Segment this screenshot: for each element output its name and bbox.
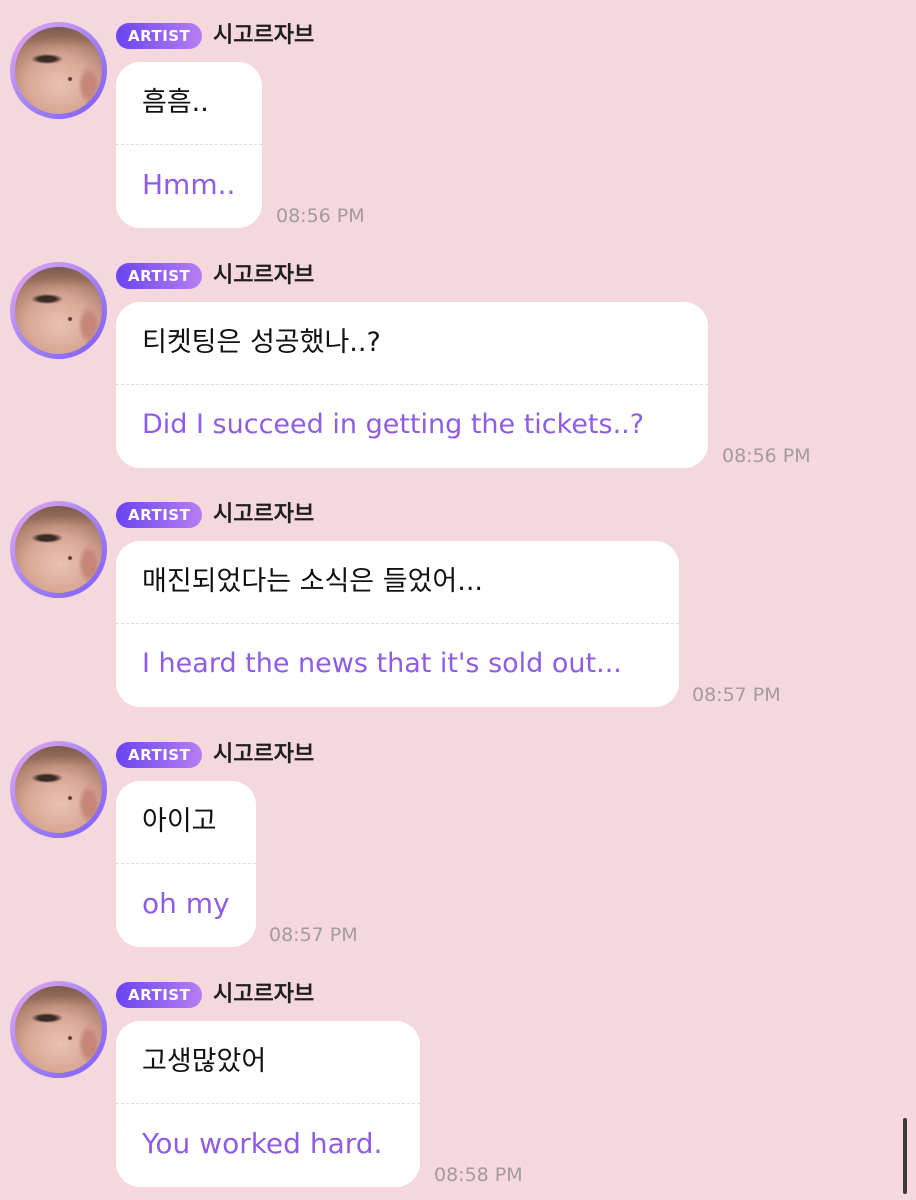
avatar-photo bbox=[15, 267, 102, 354]
message-translation: Hmm.. bbox=[142, 168, 236, 201]
sender-name: 시고르자브 bbox=[213, 23, 315, 48]
sender-name: 시고르자브 bbox=[213, 982, 315, 1007]
chat-message-list[interactable]: ARTIST 시고르자브 흠흠.. Hmm.. 08:56 PM ARTIST … bbox=[0, 0, 916, 1200]
artist-badge: ARTIST bbox=[116, 502, 203, 528]
message-bubble[interactable]: 티켓팅은 성공했나..? Did I succeed in getting th… bbox=[116, 302, 708, 468]
message-timestamp: 08:58 PM bbox=[434, 1164, 523, 1186]
avatar[interactable] bbox=[10, 262, 107, 359]
avatar[interactable] bbox=[10, 741, 107, 838]
avatar-photo bbox=[15, 27, 102, 114]
artist-badge: ARTIST bbox=[116, 742, 203, 768]
message-text: 아이고 bbox=[142, 806, 217, 837]
message-bubble[interactable]: 아이고 oh my bbox=[116, 781, 256, 947]
message-timestamp: 08:56 PM bbox=[722, 445, 811, 467]
message-translation: Did I succeed in getting the tickets..? bbox=[142, 409, 645, 440]
message-text: 티켓팅은 성공했나..? bbox=[142, 327, 381, 358]
message-text: 흠흠.. bbox=[142, 87, 209, 118]
message-bubble[interactable]: 매진되었다는 소식은 들었어... I heard the news that … bbox=[116, 541, 679, 707]
scrollbar[interactable] bbox=[903, 1118, 907, 1194]
bubble-divider bbox=[116, 144, 262, 145]
avatar-photo bbox=[15, 746, 102, 833]
message-translation: oh my bbox=[142, 887, 230, 920]
sender-name: 시고르자브 bbox=[213, 263, 315, 288]
chat-message: ARTIST 시고르자브 아이고 oh my 08:57 PM bbox=[0, 719, 916, 949]
avatar[interactable] bbox=[10, 501, 107, 598]
avatar[interactable] bbox=[10, 22, 107, 119]
avatar[interactable] bbox=[10, 981, 107, 1078]
message-timestamp: 08:57 PM bbox=[692, 684, 781, 706]
message-bubble[interactable]: 흠흠.. Hmm.. bbox=[116, 62, 262, 228]
bubble-divider bbox=[116, 863, 256, 864]
message-text: 고생많았어 bbox=[142, 1046, 267, 1077]
sender-name: 시고르자브 bbox=[213, 502, 315, 527]
message-timestamp: 08:57 PM bbox=[269, 924, 358, 946]
artist-badge: ARTIST bbox=[116, 982, 203, 1008]
artist-badge: ARTIST bbox=[116, 263, 203, 289]
bubble-divider bbox=[116, 1103, 420, 1104]
message-translation: I heard the news that it's sold out... bbox=[142, 648, 622, 679]
chat-message: ARTIST 시고르자브 흠흠.. Hmm.. 08:56 PM bbox=[0, 0, 916, 230]
message-bubble[interactable]: 고생많았어 You worked hard. bbox=[116, 1021, 420, 1187]
chat-message: ARTIST 시고르자브 고생많았어 You worked hard. 08:5… bbox=[0, 959, 916, 1189]
sender-name: 시고르자브 bbox=[213, 742, 315, 767]
chat-message: ARTIST 시고르자브 티켓팅은 성공했나..? Did I succeed … bbox=[0, 240, 916, 470]
avatar-photo bbox=[15, 986, 102, 1073]
message-translation: You worked hard. bbox=[142, 1127, 383, 1160]
message-text: 매진되었다는 소식은 들었어... bbox=[142, 566, 483, 597]
message-timestamp: 08:56 PM bbox=[276, 205, 365, 227]
avatar-photo bbox=[15, 506, 102, 593]
bubble-divider bbox=[116, 623, 679, 624]
chat-message: ARTIST 시고르자브 매진되었다는 소식은 들었어... I heard t… bbox=[0, 479, 916, 709]
artist-badge: ARTIST bbox=[116, 23, 203, 49]
bubble-divider bbox=[116, 384, 708, 385]
